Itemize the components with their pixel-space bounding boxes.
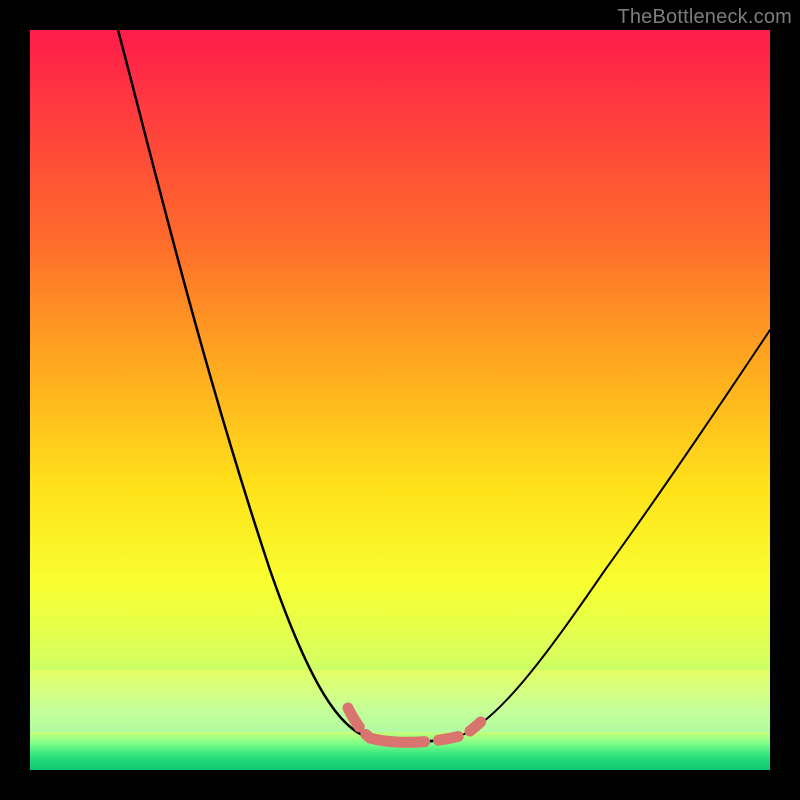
dashed-highlight-3 — [470, 710, 492, 731]
curve-path-left — [118, 30, 370, 738]
watermark-label: TheBottleneck.com — [617, 6, 792, 29]
bottleneck-curve — [30, 30, 770, 770]
plot-area — [30, 30, 770, 770]
chart-frame: TheBottleneck.com — [0, 0, 800, 800]
curve-path-right — [460, 330, 770, 736]
dashed-highlight-2 — [370, 736, 460, 742]
